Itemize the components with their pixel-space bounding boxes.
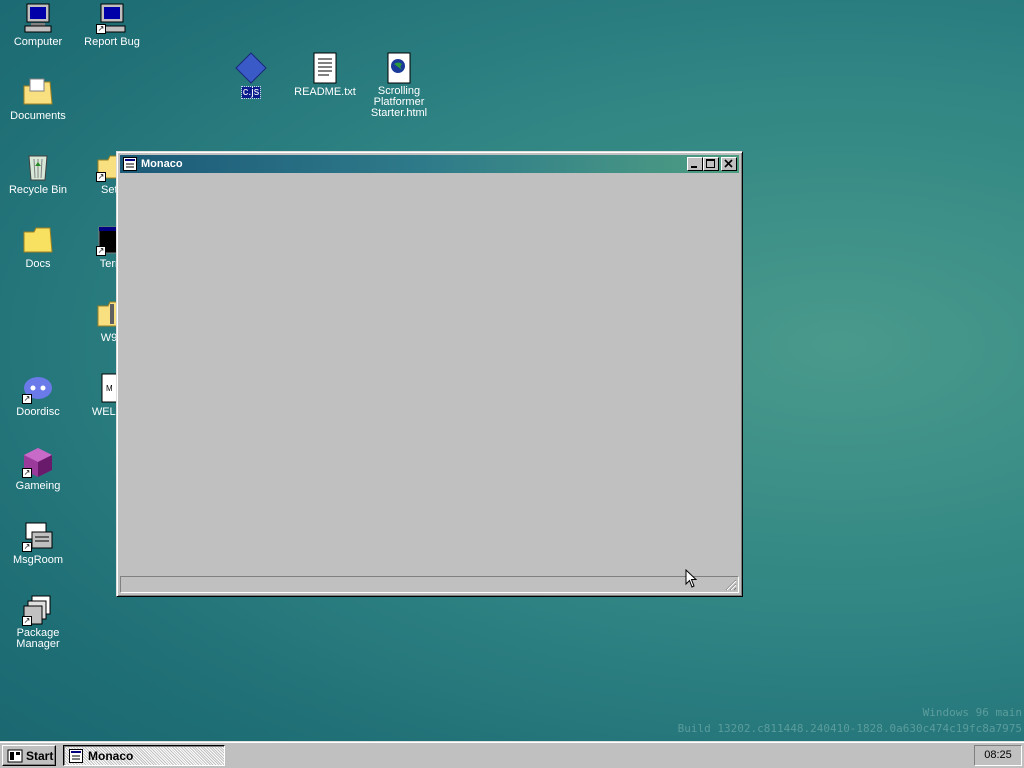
start-button[interactable]: Start (2, 745, 56, 766)
desktop-icon-label: c.js (240, 86, 262, 99)
desktop-icon-doordisc[interactable]: ↗ Doordisc (0, 372, 76, 418)
desktop-icon-msgroom[interactable]: ↗ MsgRoom (0, 520, 76, 566)
resize-grip-icon[interactable] (725, 579, 737, 591)
maximize-button[interactable] (703, 157, 719, 171)
shortcut-arrow-icon: ↗ (96, 246, 106, 256)
desktop-icon-package-manager[interactable]: ↗ Package Manager (0, 594, 76, 650)
cube-game-icon: ↗ (22, 446, 54, 478)
taskbar-button-monaco[interactable]: Monaco (63, 745, 225, 766)
desktop-icon-label: MsgRoom (12, 554, 64, 566)
desktop-icon-label: Report Bug (84, 36, 140, 48)
desktop-icon-label: README.txt (294, 86, 356, 98)
doordisc-icon: ↗ (22, 372, 54, 404)
system-tray-clock[interactable]: 08:25 (974, 745, 1022, 766)
svg-text:M: M (106, 384, 113, 393)
desktop-icon-docs[interactable]: Docs (0, 224, 76, 270)
desktop-icon-label: Gameing (15, 480, 61, 492)
desktop-icon-recycle-bin[interactable]: Recycle Bin (0, 150, 76, 196)
html-file-icon (383, 52, 415, 84)
desktop-icon-label: Documents (10, 110, 66, 122)
shortcut-arrow-icon: ↗ (96, 24, 106, 34)
documents-folder-icon (22, 76, 54, 108)
desktop-icon-report-bug[interactable]: ↗ Report Bug (74, 2, 150, 48)
build-watermark-line2: Build 13202.c811448.240410-1828.0a630c47… (677, 722, 1022, 735)
window-client-area[interactable] (120, 174, 739, 573)
desktop-icon-label: Scrolling Platformer Starter.html (370, 85, 428, 119)
window-status-bar (120, 576, 739, 593)
mouse-pointer-icon (685, 569, 698, 588)
desktop-icon-c-js[interactable]: c.js (213, 52, 289, 99)
desktop-icon-label: Docs (25, 258, 51, 270)
desktop-icon-computer[interactable]: Computer (0, 2, 76, 48)
shortcut-arrow-icon: ↗ (22, 468, 32, 478)
package-manager-icon: ↗ (22, 594, 54, 626)
desktop-icon-label: Package Manager (16, 627, 60, 650)
text-file-icon (309, 52, 341, 84)
shortcut-arrow-icon: ↗ (22, 616, 32, 626)
desktop-icon-label: Computer (13, 36, 63, 48)
app-window-icon (123, 157, 137, 171)
minimize-button[interactable] (687, 157, 703, 171)
report-bug-icon: ↗ (96, 2, 128, 34)
js-file-icon (235, 52, 267, 84)
start-label: Start (26, 749, 54, 763)
window-title: Monaco (141, 158, 183, 170)
shortcut-arrow-icon: ↗ (96, 172, 106, 182)
taskbar-button-label: Monaco (88, 749, 134, 763)
close-button[interactable] (721, 157, 737, 171)
minimize-icon (691, 166, 697, 168)
taskbar: Start Monaco 08:25 (0, 741, 1024, 768)
recycle-bin-icon (22, 150, 54, 182)
computer-icon (22, 2, 54, 34)
desktop-icon-label: Recycle Bin (8, 184, 68, 196)
build-watermark-line1: Windows 96 main (922, 706, 1022, 719)
desktop-icon-documents[interactable]: Documents (0, 76, 76, 122)
folder-icon (22, 224, 54, 256)
desktop-icon-html-file[interactable]: Scrolling Platformer Starter.html (361, 52, 437, 119)
shortcut-arrow-icon: ↗ (22, 394, 32, 404)
close-icon (724, 159, 733, 168)
app-window-icon (69, 749, 83, 763)
desktop-icon-label: Doordisc (16, 406, 60, 418)
msgroom-icon: ↗ (22, 520, 54, 552)
desktop-icon-gameing[interactable]: ↗ Gameing (0, 446, 76, 492)
shortcut-arrow-icon: ↗ (22, 542, 32, 552)
maximize-icon (706, 159, 715, 168)
window-titlebar[interactable]: Monaco (120, 155, 739, 173)
monaco-window[interactable]: Monaco (116, 151, 743, 597)
start-logo-icon (7, 749, 23, 763)
desktop-icon-readme[interactable]: README.txt (287, 52, 363, 98)
